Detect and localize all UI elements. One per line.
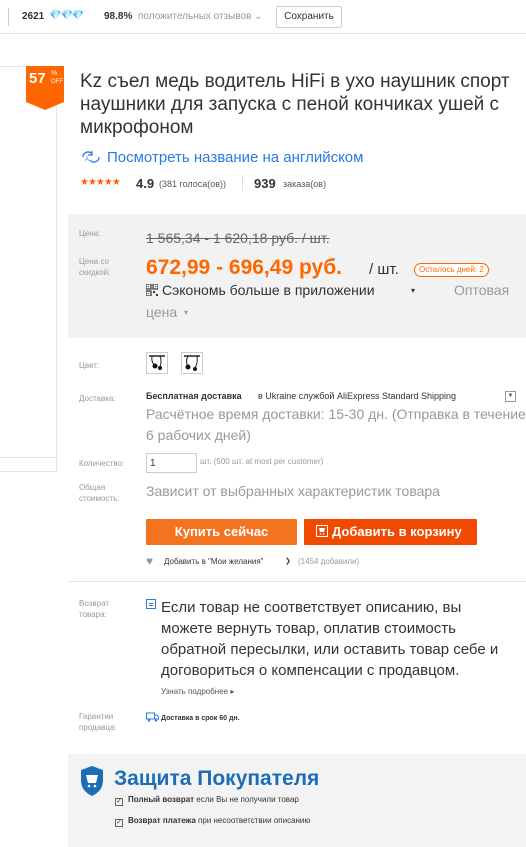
wishlist-label: Добавить в "Мои желания": [164, 557, 264, 566]
cart-icon: [316, 519, 328, 545]
guarantee-text: Доставка в срок 60 дн.: [161, 715, 240, 722]
learn-more-link[interactable]: Узнать подробнее ▸: [161, 687, 234, 696]
add-to-cart-button[interactable]: Добавить в корзину: [304, 519, 477, 545]
orders-count: 939: [254, 176, 276, 191]
document-icon: [146, 599, 156, 609]
app-save-link[interactable]: Сэкономь больше в приложении: [162, 282, 375, 298]
protection-line-text: при несоответствии описанию: [195, 816, 311, 825]
truck-icon: [146, 712, 159, 722]
divider: [8, 8, 9, 26]
qr-code-icon: [146, 284, 158, 296]
chevron-down-icon: ⌄: [254, 11, 263, 22]
protection-line-text: если Вы не получили товар: [194, 795, 299, 804]
original-price: 1 565,34 - 1 620,18 руб. / шт.: [146, 230, 330, 246]
translate-icon: А: [80, 150, 102, 167]
guarantee-label: Гарантии продавца:: [79, 712, 117, 732]
save-store-button[interactable]: Сохранить: [276, 6, 342, 28]
product-image-panel[interactable]: [0, 66, 57, 472]
protection-title: Защита Покупателя: [114, 767, 320, 790]
store-score: 2621: [22, 11, 45, 22]
store-bar: 2621 💎💎💎 98.8% положительных отзывов ⌄ С…: [0, 0, 526, 34]
returns-line: Если товар не соответствует описанию, вы: [161, 599, 462, 616]
shipping-label: Доставка:: [79, 394, 116, 403]
protection-line-bold: Возврат платежа: [128, 816, 196, 825]
earphone-thumbnail-icon: [184, 355, 200, 371]
discount-price: 672,99 - 696,49 руб.: [146, 256, 342, 279]
wholesale-price-word[interactable]: цена: [146, 304, 177, 320]
quantity-note: шт. (500 шт. at most per customer): [200, 457, 324, 466]
checkbox-icon: ✓: [115, 798, 123, 806]
protection-payment-refund: ✓ Возврат платежа при несоответствии опис…: [115, 816, 310, 827]
caret-down-icon: ▾: [411, 286, 416, 295]
positive-feedback-link[interactable]: положительных отзывов ⌄: [138, 11, 263, 22]
divider: [242, 176, 243, 191]
chevron-down-icon[interactable]: ❯: [285, 557, 291, 565]
discount-badge: 57 % OFF: [26, 66, 64, 102]
rating-value: 4.9: [136, 176, 155, 191]
per-unit: / шт.: [369, 261, 399, 278]
wholesale-price-link[interactable]: Оптовая: [454, 282, 509, 298]
returns-label: Возврат товара:: [79, 599, 109, 619]
delivery-estimate: Расчётное время доставки: 15-30 дн. (Отп…: [146, 406, 526, 443]
buyer-protection: Защита Покупателя ✓ Полный возврат если В…: [68, 754, 526, 847]
votes-link[interactable]: (381 голоса(ов)): [159, 179, 226, 189]
price-box: Цена: 1 565,34 - 1 620,18 руб. / шт. Цен…: [68, 214, 526, 338]
returns-line: обратной пересылки, или оставить товар с…: [161, 641, 499, 658]
product-title: Kz съел медь водитель HiFi в ухо наушник…: [80, 71, 510, 138]
free-shipping: Бесплатная доставка: [146, 391, 242, 401]
svg-text:А: А: [85, 157, 89, 163]
positive-percent: 98.8%: [104, 11, 133, 22]
quantity-input[interactable]: [146, 453, 197, 473]
discount-price-label: Цена со скидкой:: [79, 257, 111, 277]
color-label: Цвет:: [79, 361, 100, 370]
discount-percent: %: [51, 70, 58, 77]
caret-down-icon: ▾: [184, 308, 189, 317]
chevron-down-icon[interactable]: ▼: [505, 391, 516, 402]
shipping-method[interactable]: в Ukraine службой AliExpress Standard Sh…: [258, 391, 456, 401]
price-label: Цена:: [79, 229, 101, 238]
diamond-icon: 💎💎💎: [49, 10, 84, 21]
heart-icon: ♥: [146, 554, 154, 568]
add-to-cart-label: Добавить в корзину: [332, 524, 462, 539]
checkbox-icon: ✓: [115, 819, 123, 827]
color-swatch-1[interactable]: [146, 352, 168, 374]
protection-line-bold: Полный возврат: [128, 795, 195, 804]
protection-full-refund: ✓ Полный возврат если Вы не получили това…: [115, 795, 299, 806]
positive-label: положительных отзывов: [138, 11, 252, 22]
earphone-thumbnail-icon: [149, 355, 165, 370]
returns-policy: Если товар не соответствует описанию, вы…: [161, 597, 526, 681]
wishlist-count: (1454 добавили): [298, 557, 360, 566]
total-label: Общая стоимость:: [79, 483, 120, 503]
total-value: Зависит от выбранных характеристик товар…: [146, 483, 440, 499]
divider: [0, 457, 56, 458]
returns-line: можете вернуть товар, оплатив стоимость: [161, 620, 456, 637]
shield-icon: [81, 766, 103, 796]
divider: [68, 581, 526, 582]
color-swatch-2[interactable]: [181, 352, 203, 374]
star-rating-icon: ★★★★★: [80, 177, 121, 188]
buy-now-button[interactable]: Купить сейчас: [146, 519, 297, 545]
days-left-badge: Осталось дней: 2: [414, 263, 489, 277]
discount-badge-tail: [26, 102, 64, 110]
quantity-label: Количество:: [79, 459, 125, 468]
discount-value: 57: [29, 70, 46, 87]
discount-off: OFF: [51, 79, 63, 85]
translate-title-label: Посмотреть название на английском: [107, 149, 364, 166]
orders-label: заказа(ов): [283, 179, 327, 189]
returns-line: договориться о компенсации с продавцом.: [161, 662, 460, 679]
